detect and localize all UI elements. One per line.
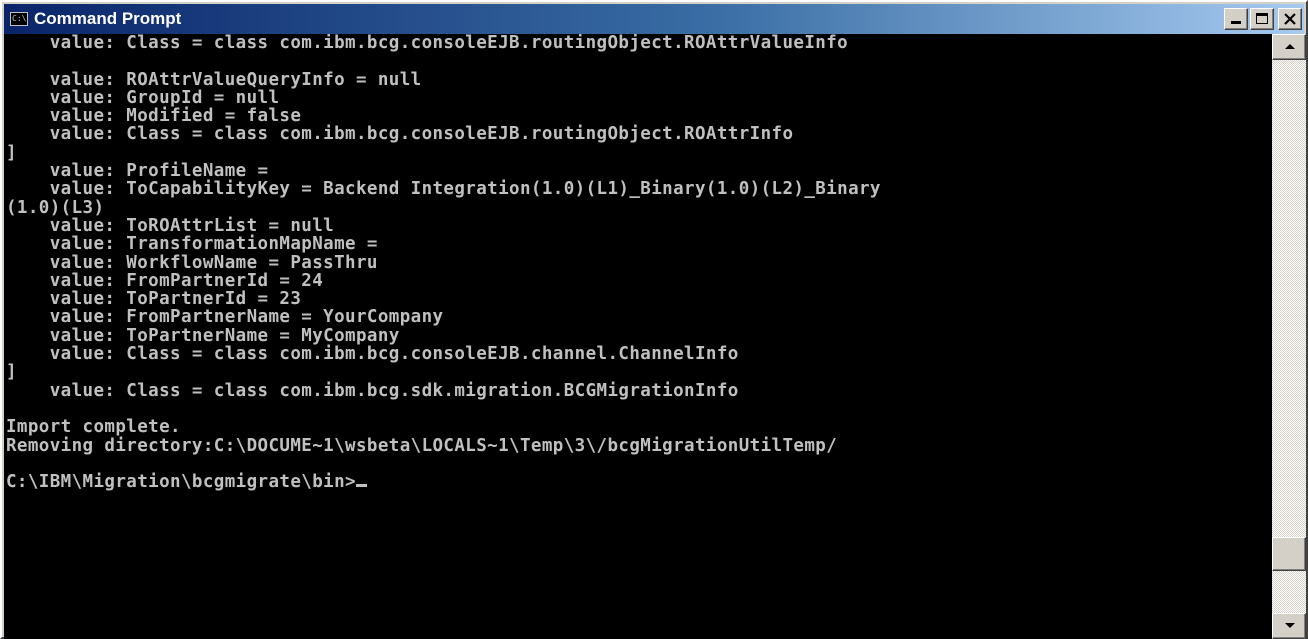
window-controls	[1222, 8, 1302, 30]
minimize-icon	[1231, 21, 1241, 24]
console-line: value: Class = class com.ibm.bcg.sdk.mig…	[6, 380, 739, 401]
close-icon	[1284, 13, 1296, 25]
console-line: value: ROAttrValueQueryInfo = null	[6, 69, 422, 90]
console-line: C:\IBM\Migration\bcgmigrate\bin>	[4, 473, 1272, 491]
console-line: ]	[6, 362, 17, 383]
close-button[interactable]	[1278, 8, 1302, 30]
console-line: value: ToPartnerName = MyCompany	[6, 325, 400, 346]
console-app-icon: C:\	[10, 12, 28, 26]
console-line: value: Class = class com.ibm.bcg.console…	[6, 344, 739, 365]
console-line: value: ToCapabilityKey = Backend Integra…	[6, 179, 881, 200]
window-title: Command Prompt	[34, 9, 182, 28]
arrow-up-icon	[1285, 44, 1295, 49]
console-line: value: TransformationMapName =	[6, 234, 378, 255]
console-line: value: FromPartnerId = 24	[6, 270, 324, 291]
console-output[interactable]: value: Class = class com.ibm.bcg.console…	[4, 34, 1272, 639]
command-prompt-window: C:\ Command Prompt value: Class = class …	[0, 0, 1308, 639]
title-bar[interactable]: C:\ Command Prompt	[4, 4, 1304, 34]
console-line: value: ProfileName =	[6, 161, 269, 182]
text-cursor	[355, 484, 367, 488]
console-line: value: ToPartnerId = 23	[6, 289, 302, 310]
console-line: Removing directory:C:\DOCUME~1\wsbeta\LO…	[6, 435, 838, 456]
minimize-button[interactable]	[1224, 8, 1248, 30]
console-line: Import complete.	[6, 417, 181, 438]
console-line: value: Class = class com.ibm.bcg.console…	[6, 34, 849, 53]
console-line: value: Class = class com.ibm.bcg.console…	[6, 124, 794, 145]
console-line: value: Modified = false	[6, 106, 302, 127]
maximize-icon	[1256, 13, 1268, 24]
console-line: ]	[6, 142, 17, 163]
scroll-up-button[interactable]	[1272, 34, 1306, 60]
scroll-down-button[interactable]	[1272, 613, 1306, 639]
arrow-down-icon	[1285, 623, 1295, 628]
console-line: value: WorkflowName = PassThru	[6, 252, 378, 273]
console-line: value: GroupId = null	[6, 87, 280, 108]
vertical-scrollbar[interactable]	[1272, 34, 1306, 639]
console-line: value: FromPartnerName = YourCompany	[6, 307, 444, 328]
scroll-thumb[interactable]	[1272, 537, 1306, 572]
console-line: (1.0)(L3)	[6, 197, 105, 218]
console-line: value: ToROAttrList = null	[6, 215, 335, 236]
maximize-button[interactable]	[1250, 8, 1274, 30]
